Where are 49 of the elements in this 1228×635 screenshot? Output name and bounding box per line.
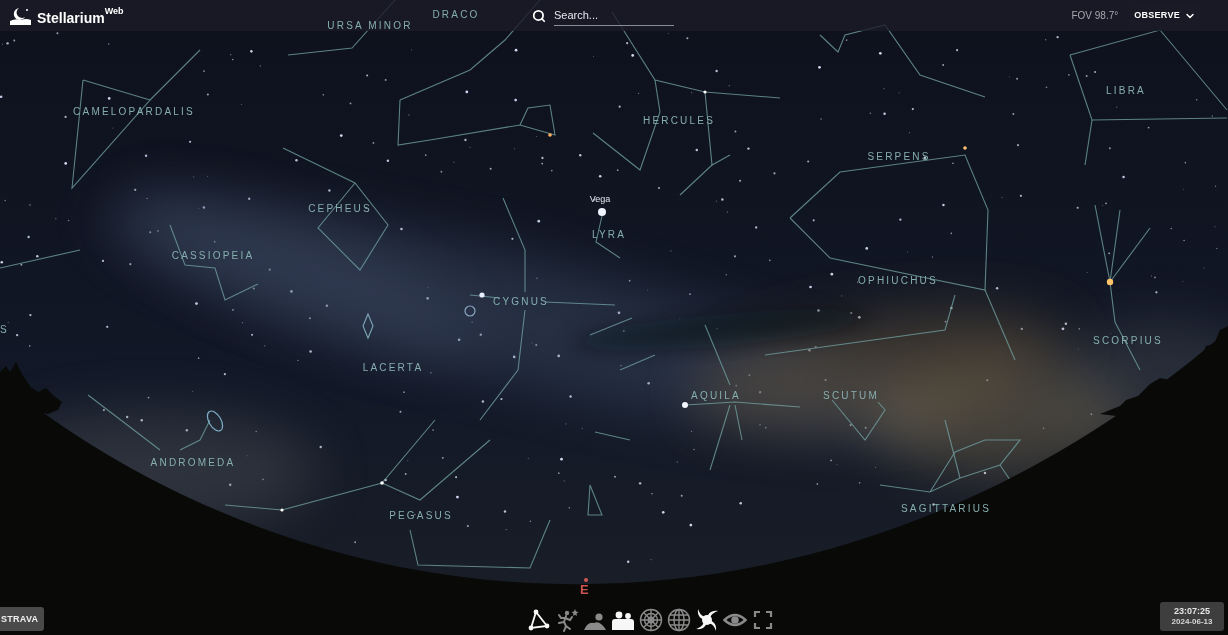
constellation-line — [589, 317, 633, 336]
toolbar-toggle-button[interactable] — [667, 608, 691, 632]
cardinal-dot-icon — [584, 578, 588, 582]
constellation-label: ANDROMEDA — [150, 458, 236, 468]
constellation-label: SAGITTARIUS — [900, 504, 992, 514]
constellation-label: LACERTA — [362, 363, 424, 373]
constellation-lines-icon — [527, 608, 551, 632]
clock-panel[interactable]: 23:07:25 2024-06-13 — [1160, 602, 1224, 631]
toolbar-toggle-button[interactable] — [527, 608, 551, 632]
cardinal-point-label: E — [580, 583, 589, 596]
constellation-label: SCORPIUS — [1093, 336, 1163, 346]
constellation-line — [619, 354, 656, 371]
clock-date: 2024-06-13 — [1171, 618, 1213, 626]
constellation-line — [704, 324, 731, 386]
polar-grid-icon — [639, 608, 663, 632]
constellation-label: AQUILA — [691, 391, 741, 401]
diamond-marker-icon — [362, 312, 374, 340]
constellation-label: OPHIUCHUS — [858, 276, 938, 286]
constellation-label: DRACO — [432, 10, 480, 20]
toolbar-toggle-button[interactable] — [639, 608, 663, 632]
constellation-label: SCUTUM — [823, 391, 879, 401]
constellation-label: CYGNUS — [493, 297, 549, 307]
constellation-label: HERCULES — [642, 116, 716, 126]
search-icon — [532, 8, 546, 23]
constellation-label: SERPENS — [867, 152, 931, 162]
constellation-label: S — [0, 325, 9, 335]
globe-grid-icon — [667, 608, 691, 632]
toolbar-toggle-button[interactable] — [751, 608, 775, 632]
oval-marker-icon — [206, 410, 224, 432]
constellation-label: CASSIOPEIA — [171, 251, 255, 261]
constellation-line — [179, 419, 211, 451]
toolbar-toggle-button[interactable] — [695, 608, 719, 632]
constellation-label: URSA MINOR — [327, 21, 413, 31]
constellation-label: PEGASUS — [389, 511, 453, 521]
ring-marker-icon — [464, 305, 476, 317]
constellation-line — [594, 431, 631, 441]
clock-time: 23:07:25 — [1174, 607, 1210, 616]
fullscreen-icon — [751, 608, 775, 632]
toolbar-toggle-button[interactable] — [555, 608, 579, 632]
star-label: Vega — [589, 194, 611, 204]
galaxy-swirl-icon — [695, 608, 719, 632]
constellation-line — [587, 484, 603, 516]
moon-logo-icon — [10, 6, 31, 25]
running-figure-icon — [555, 608, 579, 632]
search-field[interactable]: Search... — [554, 5, 674, 26]
constellation-label: LYRA — [591, 230, 627, 240]
fov-readout: FOV 98.7° — [1071, 9, 1119, 23]
constellation-label: LIBRA — [1106, 86, 1146, 96]
location-button[interactable]: STRAVA — [0, 607, 44, 631]
